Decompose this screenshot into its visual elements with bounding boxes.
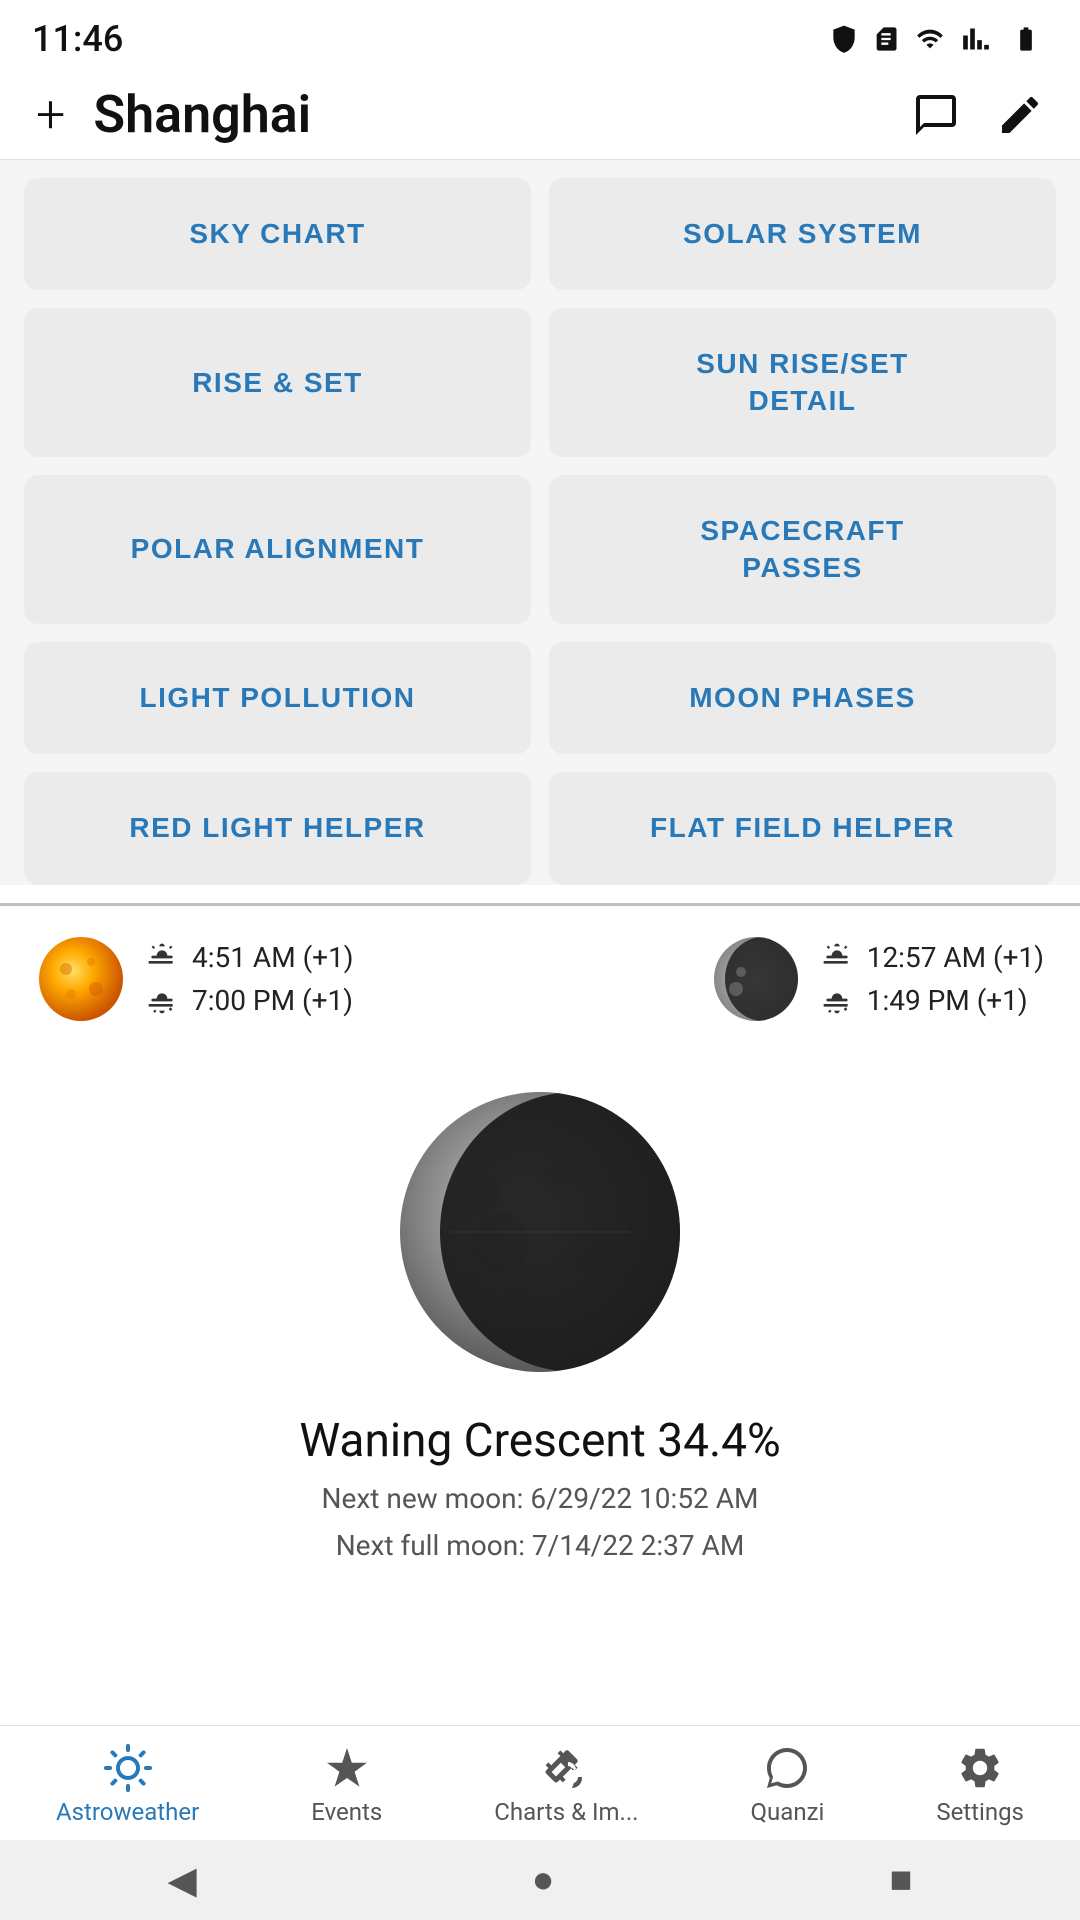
nav-astroweather-label: Astroweather [56, 1798, 199, 1826]
top-bar-right [912, 91, 1044, 139]
moon-rise-time: 12:57 AM (+1) [867, 941, 1044, 974]
nav-events-label: Events [311, 1798, 382, 1826]
quanzi-icon [763, 1744, 811, 1792]
sim-icon [872, 23, 900, 55]
sun-image [36, 934, 126, 1024]
top-bar: + Shanghai [0, 70, 1080, 160]
light-pollution-button[interactable]: LIGHT POLLUTION [24, 642, 531, 754]
message-icon[interactable] [912, 91, 960, 139]
nav-settings[interactable]: Settings [936, 1744, 1024, 1826]
nav-charts[interactable]: Charts & Im... [494, 1744, 638, 1826]
grid-row-1: SKY CHART SOLAR SYSTEM [24, 178, 1056, 290]
next-new-moon: Next new moon: 6/29/22 10:52 AM [322, 1482, 759, 1515]
sun-set-time: 7:00 PM (+1) [192, 984, 353, 1017]
battery-icon [1004, 25, 1048, 53]
moon-times: 12:57 AM (+1) 1:49 PM (+1) [821, 941, 1044, 1017]
moon-set-row: 1:49 PM (+1) [821, 984, 1044, 1017]
sun-times: 4:51 AM (+1) 7:00 PM (+1) [146, 941, 354, 1017]
moonrise-icon [821, 941, 853, 973]
astroweather-icon [104, 1744, 152, 1792]
shield-icon [828, 23, 860, 55]
grid-row-5: RED LIGHT HELPER FLAT FIELD HELPER [24, 772, 1056, 884]
sun-rise-row: 4:51 AM (+1) [146, 941, 354, 974]
grid-section: SKY CHART SOLAR SYSTEM RISE & SET SUN RI… [0, 160, 1080, 885]
charts-icon [542, 1744, 590, 1792]
nav-quanzi[interactable]: Quanzi [751, 1744, 825, 1826]
status-bar: 11:46 [0, 0, 1080, 70]
grid-row-2: RISE & SET SUN RISE/SETDETAIL [24, 308, 1056, 457]
signal-icon [960, 25, 992, 53]
recent-button[interactable]: ■ [890, 1858, 913, 1902]
moon-small-image [711, 934, 801, 1024]
rise-set-button[interactable]: RISE & SET [24, 308, 531, 457]
sunset-icon [146, 984, 178, 1016]
moon-phase-section: Waning Crescent 34.4% Next new moon: 6/2… [0, 1052, 1080, 1592]
sky-chart-button[interactable]: SKY CHART [24, 178, 531, 290]
settings-icon [956, 1744, 1004, 1792]
nav-settings-label: Settings [936, 1798, 1024, 1826]
spacecraft-passes-button[interactable]: SPACECRAFTPASSES [549, 475, 1056, 624]
next-full-moon: Next full moon: 7/14/22 2:37 AM [336, 1529, 745, 1562]
page-title: Shanghai [93, 84, 311, 145]
grid-row-4: LIGHT POLLUTION MOON PHASES [24, 642, 1056, 754]
events-icon [323, 1744, 371, 1792]
top-bar-left: + Shanghai [36, 84, 311, 145]
moon-rise-row: 12:57 AM (+1) [821, 941, 1044, 974]
back-button[interactable]: ◀ [167, 1858, 196, 1903]
android-nav: ◀ ● ■ [0, 1840, 1080, 1920]
sunrise-icon [146, 941, 178, 973]
add-button[interactable]: + [36, 84, 65, 145]
moon-phases-button[interactable]: MOON PHASES [549, 642, 1056, 754]
wifi-icon [912, 25, 948, 53]
sun-rise-set-detail-button[interactable]: SUN RISE/SETDETAIL [549, 308, 1056, 457]
grid-row-3: POLAR ALIGNMENT SPACECRAFTPASSES [24, 475, 1056, 624]
moonset-icon [821, 984, 853, 1016]
moon-phase-large [390, 1082, 690, 1382]
moon-phase-label: Waning Crescent 34.4% [299, 1414, 780, 1468]
status-time: 11:46 [32, 18, 123, 60]
flat-field-helper-button[interactable]: FLAT FIELD HELPER [549, 772, 1056, 884]
nav-events[interactable]: Events [311, 1744, 382, 1826]
home-button[interactable]: ● [532, 1858, 555, 1902]
astro-row: 4:51 AM (+1) 7:00 PM (+1) [0, 906, 1080, 1052]
bottom-nav: Astroweather Events Charts & Im... Quanz… [0, 1725, 1080, 1840]
status-icons [828, 23, 1048, 55]
nav-quanzi-label: Quanzi [751, 1798, 825, 1826]
polar-alignment-button[interactable]: POLAR ALIGNMENT [24, 475, 531, 624]
moon-set-time: 1:49 PM (+1) [867, 984, 1028, 1017]
edit-icon[interactable] [996, 91, 1044, 139]
nav-charts-label: Charts & Im... [494, 1798, 638, 1826]
sun-cell: 4:51 AM (+1) 7:00 PM (+1) [36, 934, 354, 1024]
red-light-helper-button[interactable]: RED LIGHT HELPER [24, 772, 531, 884]
sun-rise-time: 4:51 AM (+1) [192, 941, 354, 974]
moon-cell: 12:57 AM (+1) 1:49 PM (+1) [711, 934, 1044, 1024]
sun-set-row: 7:00 PM (+1) [146, 984, 354, 1017]
nav-astroweather[interactable]: Astroweather [56, 1744, 199, 1826]
solar-system-button[interactable]: SOLAR SYSTEM [549, 178, 1056, 290]
